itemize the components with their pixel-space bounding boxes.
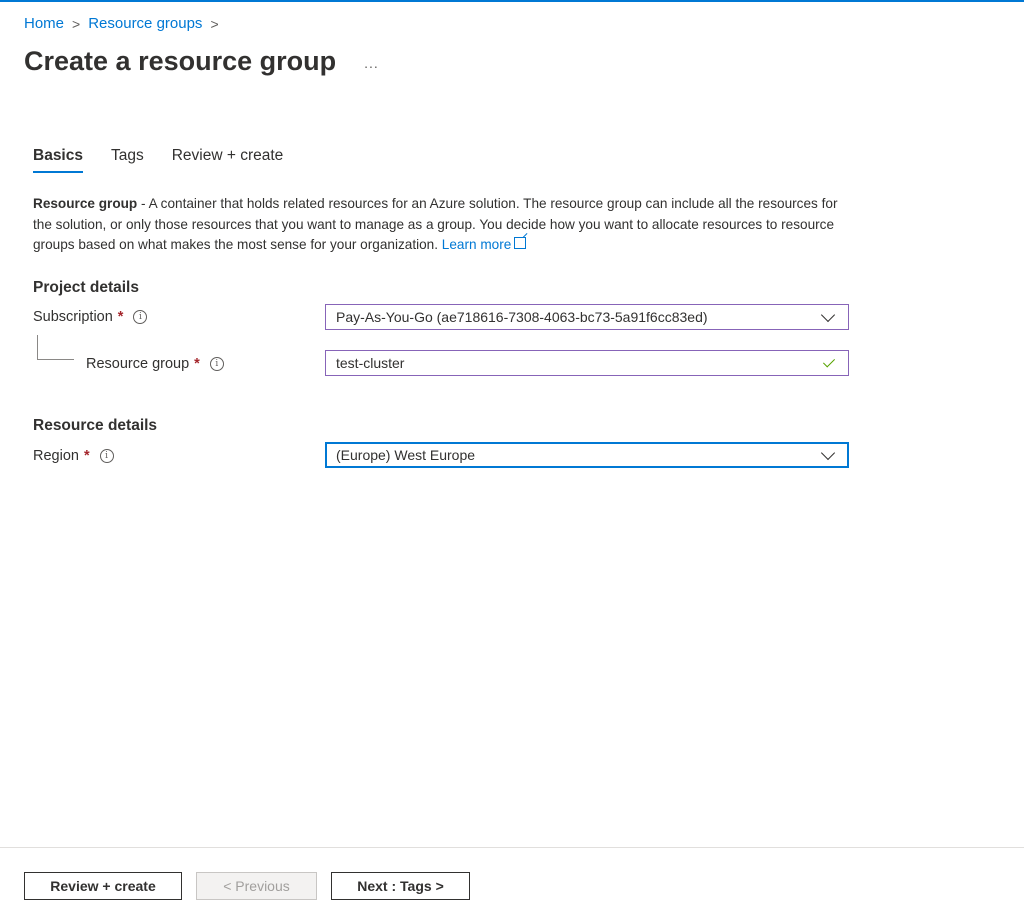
project-details-heading: Project details — [33, 279, 139, 296]
breadcrumb: Home > Resource groups > — [24, 15, 219, 32]
description-text: - A container that holds related resourc… — [33, 196, 838, 252]
info-icon[interactable]: i — [99, 449, 114, 463]
breadcrumb-resource-groups[interactable]: Resource groups — [88, 15, 202, 32]
tab-basics[interactable]: Basics — [33, 147, 83, 173]
region-value: (Europe) West Europe — [336, 447, 476, 463]
subscription-label-text: Subscription — [33, 309, 113, 325]
footer-bar: Review + create < Previous Next : Tags > — [0, 847, 1024, 912]
resource-group-input[interactable]: test-cluster — [325, 350, 849, 376]
tab-bar: Basics Tags Review + create — [33, 147, 283, 173]
tab-review-create[interactable]: Review + create — [172, 147, 284, 173]
breadcrumb-home[interactable]: Home — [24, 15, 64, 32]
resource-details-heading: Resource details — [33, 417, 158, 434]
tree-connector — [37, 335, 74, 360]
external-link-icon — [514, 237, 527, 249]
review-create-button[interactable]: Review + create — [24, 872, 182, 900]
previous-button[interactable]: < Previous — [196, 872, 317, 900]
chevron-down-icon — [822, 311, 834, 323]
learn-more-link[interactable]: Learn more — [442, 237, 512, 252]
subscription-label: Subscription * i — [33, 309, 148, 325]
page-title: Create a resource group — [24, 46, 337, 76]
next-tags-button[interactable]: Next : Tags > — [331, 872, 470, 900]
breadcrumb-separator: > — [210, 15, 219, 32]
subscription-dropdown[interactable]: Pay-As-You-Go (ae718616-7308-4063-bc73-5… — [325, 304, 849, 330]
required-asterisk: * — [117, 309, 124, 325]
resource-group-label-text: Resource group — [86, 356, 190, 372]
region-label: Region * i — [33, 448, 114, 464]
region-dropdown[interactable]: (Europe) West Europe — [325, 442, 849, 468]
subscription-value: Pay-As-You-Go (ae718616-7308-4063-bc73-5… — [336, 309, 708, 325]
required-asterisk: * — [194, 356, 200, 372]
checkmark-icon — [822, 356, 836, 370]
breadcrumb-separator: > — [72, 15, 81, 32]
info-icon[interactable]: i — [209, 357, 224, 371]
info-icon[interactable]: i — [133, 310, 148, 324]
tab-tags[interactable]: Tags — [111, 147, 144, 173]
description-term: Resource group — [33, 196, 138, 211]
more-options-button[interactable]: ... — [364, 55, 379, 71]
resource-group-value: test-cluster — [336, 355, 405, 371]
resource-group-label: Resource group * i — [86, 356, 224, 372]
required-asterisk: * — [83, 448, 90, 464]
title-row: Create a resource group ... — [24, 46, 379, 77]
resource-group-description: Resource group - A container that holds … — [33, 194, 853, 256]
chevron-down-icon — [822, 449, 834, 461]
region-label-text: Region — [33, 448, 79, 464]
